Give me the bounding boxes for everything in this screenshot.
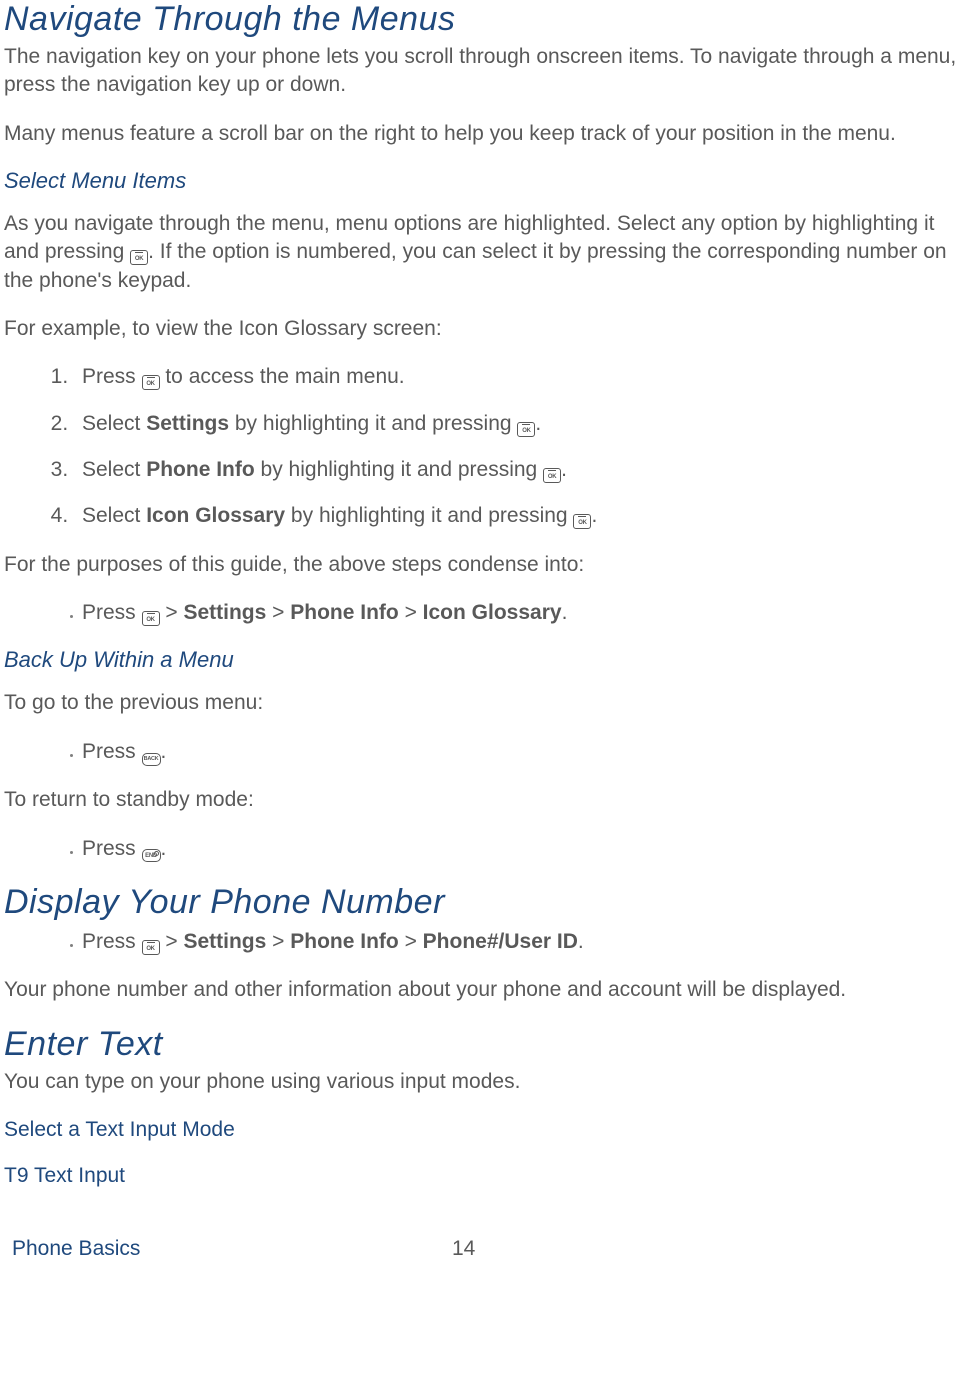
ok-key-icon: OK xyxy=(142,611,160,626)
bold-text: Icon Glossary xyxy=(423,601,562,624)
bold-text: Phone Info xyxy=(146,458,255,481)
footer-page-number: 14 xyxy=(452,1237,475,1261)
text: Select xyxy=(82,412,146,435)
heading-display-phone-number: Display Your Phone Number xyxy=(4,883,971,922)
paragraph: The navigation key on your phone lets yo… xyxy=(4,43,971,100)
back-key-icon: BACK xyxy=(142,753,161,766)
text: Press xyxy=(82,930,142,953)
text: Select xyxy=(82,458,146,481)
text: by highlighting it and pressing xyxy=(285,504,573,527)
bold-text: Phone Info xyxy=(290,930,399,953)
bold-text: Icon Glossary xyxy=(146,504,285,527)
text: > xyxy=(399,930,423,953)
paragraph: You can type on your phone using various… xyxy=(4,1068,971,1096)
list-item: Select Phone Info by highlighting it and… xyxy=(74,456,971,484)
bold-text: Phone#/User ID xyxy=(423,930,578,953)
bold-text: Settings xyxy=(183,601,266,624)
text: > xyxy=(266,601,290,624)
ok-key-icon: OK xyxy=(142,375,160,390)
paragraph: Your phone number and other information … xyxy=(4,976,971,1004)
text: Press xyxy=(82,740,142,763)
list-item: Press OK > Settings > Phone Info > Icon … xyxy=(82,599,971,627)
ok-key-icon: OK xyxy=(142,940,160,955)
text: Press xyxy=(82,837,142,860)
text: Press xyxy=(82,365,142,388)
subheading-back-up-menu: Back Up Within a Menu xyxy=(4,647,971,673)
text: > xyxy=(160,930,184,953)
list-item: Select Settings by highlighting it and p… xyxy=(74,410,971,438)
text: to access the main menu. xyxy=(160,365,405,388)
ok-key-icon: OK xyxy=(573,514,591,529)
bold-text: Settings xyxy=(183,930,266,953)
bold-text: Settings xyxy=(146,412,229,435)
text: by highlighting it and pressing xyxy=(229,412,517,435)
paragraph: To go to the previous menu: xyxy=(4,689,971,717)
text: > xyxy=(160,601,184,624)
text: . If the option is numbered, you can sel… xyxy=(4,240,947,291)
paragraph: To return to standby mode: xyxy=(4,786,971,814)
paragraph: As you navigate through the menu, menu o… xyxy=(4,210,971,295)
link-select-text-input-mode[interactable]: Select a Text Input Mode xyxy=(4,1116,971,1144)
list-item: Press BACK. xyxy=(82,738,971,766)
list-item: Press END. xyxy=(82,835,971,863)
end-key-icon: END xyxy=(142,849,161,862)
text: Press xyxy=(82,601,142,624)
subheading-select-menu-items: Select Menu Items xyxy=(4,168,971,194)
list-item: Press OK > Settings > Phone Info > Phone… xyxy=(82,928,971,956)
list-item: Press OK to access the main menu. xyxy=(74,363,971,391)
ok-key-icon: OK xyxy=(543,468,561,483)
text: Select xyxy=(82,504,146,527)
heading-enter-text: Enter Text xyxy=(4,1025,971,1064)
footer-section-name: Phone Basics xyxy=(12,1237,452,1261)
text: by highlighting it and pressing xyxy=(255,458,543,481)
list-item: Select Icon Glossary by highlighting it … xyxy=(74,502,971,530)
bold-text: Phone Info xyxy=(290,601,399,624)
paragraph: For example, to view the Icon Glossary s… xyxy=(4,315,971,343)
heading-navigate-menus: Navigate Through the Menus xyxy=(4,0,971,39)
text: > xyxy=(399,601,423,624)
ok-key-icon: OK xyxy=(130,250,148,265)
paragraph: For the purposes of this guide, the abov… xyxy=(4,551,971,579)
ok-key-icon: OK xyxy=(517,422,535,437)
text: > xyxy=(266,930,290,953)
link-t9-text-input[interactable]: T9 Text Input xyxy=(4,1162,971,1190)
paragraph: Many menus feature a scroll bar on the r… xyxy=(4,120,971,148)
